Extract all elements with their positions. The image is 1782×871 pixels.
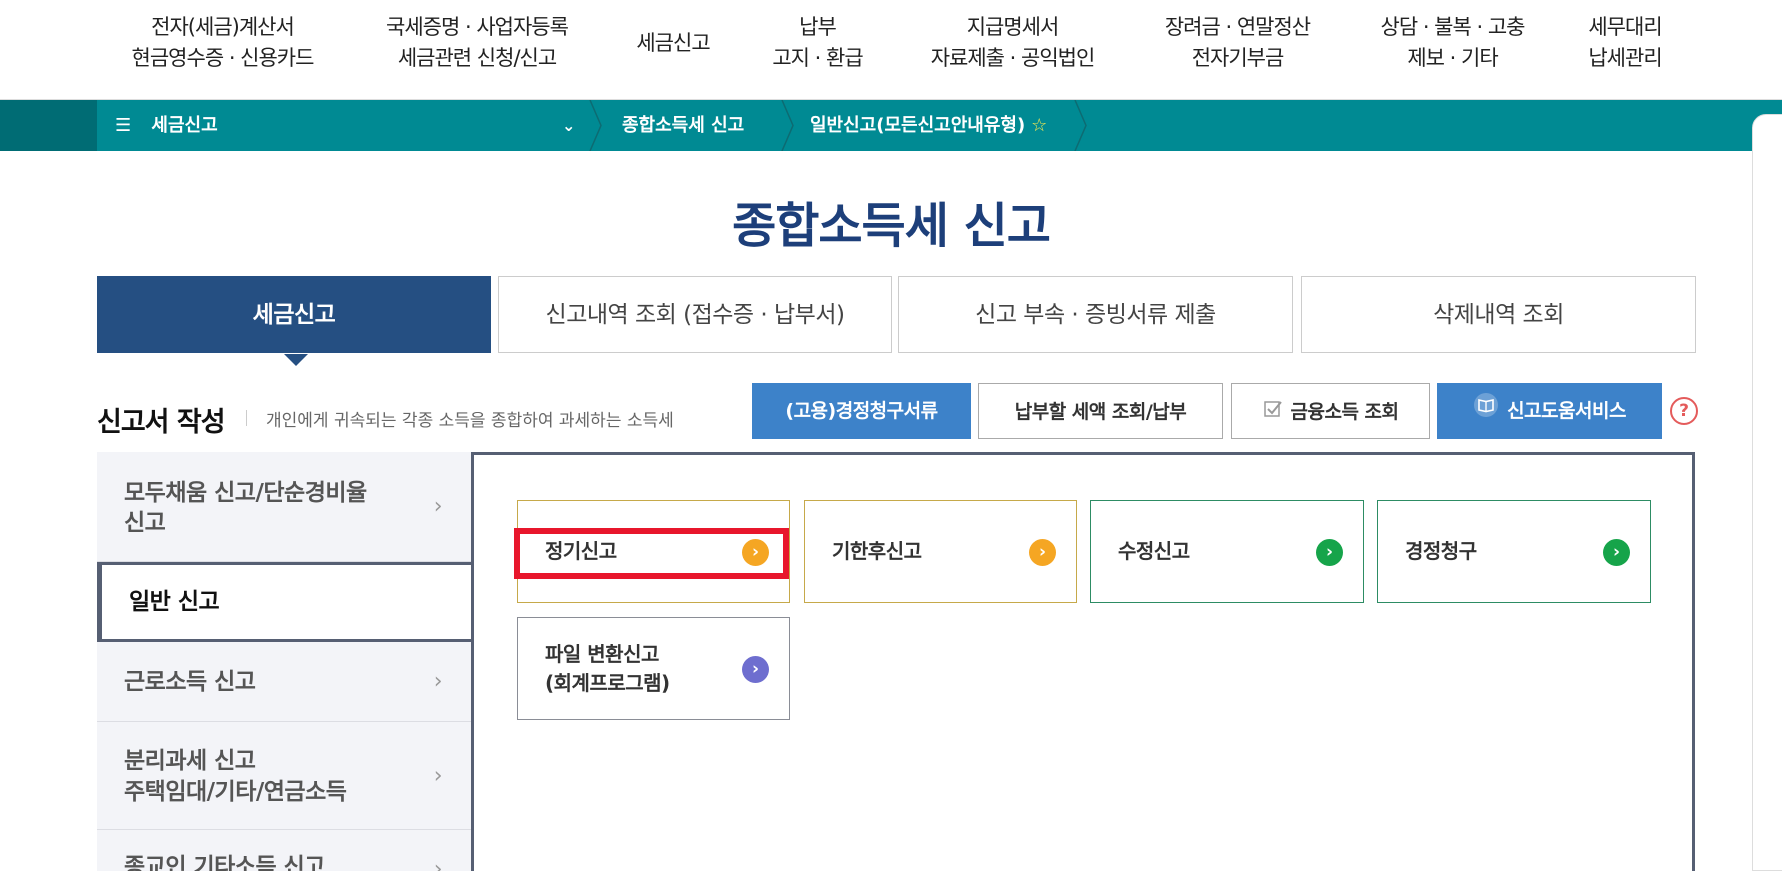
chevron-right-icon: ›	[433, 856, 443, 871]
section-description: 개인에게 귀속되는 각종 소득을 종합하여 과세하는 소득세	[266, 411, 674, 431]
card-file-conversion[interactable]: 파일 변환신고 (회계프로그램) ›	[517, 617, 790, 720]
side-menu-item-label: 분리과세 신고 주택임대/기타/연금소득	[124, 748, 347, 805]
chevron-right-icon: ›	[433, 668, 443, 694]
filing-type-panel: 정기신고 › 기한후신고 › 수정신고 › 경정청구 › 파일 변환신고 (회계…	[471, 452, 1695, 871]
tab-active-arrow-icon	[284, 354, 308, 366]
chevron-right-icon: ›	[433, 763, 443, 788]
side-menu-item-earned-income[interactable]: 근로소득 신고 ›	[97, 642, 472, 722]
side-menu: 모두채움 신고/단순경비율 신고 › 일반 신고 근로소득 신고 › 분리과세 …	[97, 452, 477, 871]
section-title: 신고서 작성	[97, 407, 226, 438]
card-amended-filing[interactable]: 수정신고 ›	[1090, 500, 1364, 603]
page-title: 종합소득세 신고	[732, 198, 1051, 254]
star-icon[interactable]: ☆	[1031, 115, 1047, 136]
arrow-right-icon: ›	[1603, 539, 1630, 566]
nav-tax-filing[interactable]: 세금신고	[628, 28, 718, 59]
side-menu-item-label: 근로소득 신고	[124, 669, 256, 695]
checkbox-icon	[1263, 385, 1283, 441]
nav-payment[interactable]: 납부 고지 · 환급	[760, 12, 875, 74]
tax-payment-button[interactable]: 납부할 세액 조회/납부	[978, 383, 1223, 439]
arrow-right-icon: ›	[1029, 539, 1056, 566]
card-late-filing[interactable]: 기한후신고 ›	[804, 500, 1077, 603]
card-label: 정기신고	[545, 539, 617, 563]
breadcrumb-separator-icon	[589, 100, 602, 151]
side-menu-item-separate-tax[interactable]: 분리과세 신고 주택임대/기타/연금소득 ›	[97, 722, 472, 830]
book-icon	[1473, 384, 1499, 440]
tab-filing-history[interactable]: 신고내역 조회 (접수증 · 납부서)	[498, 276, 892, 353]
nav-payment-statement[interactable]: 지급명세서 자료제출 · 공익법인	[915, 12, 1110, 74]
help-service-label: 신고도움서비스	[1507, 400, 1626, 422]
breadcrumb-left-block	[0, 100, 97, 151]
breadcrumb-separator-icon	[1074, 100, 1087, 151]
card-correction-claim[interactable]: 경정청구 ›	[1377, 500, 1651, 603]
arrow-right-icon: ›	[1316, 539, 1343, 566]
arrow-right-icon: ›	[742, 656, 769, 683]
hamburger-icon: ☰	[115, 115, 132, 136]
help-icon[interactable]: ?	[1670, 397, 1698, 425]
side-menu-item-general-filing[interactable]: 일반 신고	[97, 562, 477, 642]
nav-e-invoice[interactable]: 전자(세금)계산서 현금영수증 · 신용카드	[120, 12, 325, 74]
nav-consultation[interactable]: 상담 · 불복 · 고충 제보 · 기타	[1365, 12, 1540, 74]
section-divider	[246, 410, 247, 426]
menu-dropdown[interactable]: ☰ 세금신고 ⌄	[97, 100, 592, 151]
tab-deleted-history[interactable]: 삭제내역 조회	[1301, 276, 1696, 353]
menu-dropdown-label: 세금신고	[151, 115, 218, 136]
top-navigation: 전자(세금)계산서 현금영수증 · 신용카드 국세증명 · 사업자등록 세금관련…	[0, 0, 1782, 100]
breadcrumb-crumb-income-tax[interactable]: 종합소득세 신고	[622, 100, 744, 151]
side-menu-item-label: 일반 신고	[129, 589, 220, 615]
help-service-button[interactable]: 신고도움서비스	[1437, 383, 1662, 439]
nav-incentive[interactable]: 장려금 · 연말정산 전자기부금	[1150, 12, 1325, 74]
side-menu-item-label: 종교인 기타소득 신고	[124, 854, 325, 871]
financial-income-label: 금융소득 조회	[1290, 401, 1400, 423]
breadcrumb-crumb-general-label: 일반신고(모든신고안내유형)	[810, 115, 1026, 136]
correction-docs-button[interactable]: (고용)경정청구서류	[752, 383, 971, 439]
side-menu-item-label: 모두채움 신고/단순경비율 신고	[124, 480, 367, 536]
card-label: 기한후신고	[832, 539, 922, 563]
card-regular-filing[interactable]: 정기신고 ›	[517, 500, 790, 603]
side-menu-item-simple-filing[interactable]: 모두채움 신고/단순경비율 신고 ›	[97, 452, 472, 562]
breadcrumb-crumb-general[interactable]: 일반신고(모든신고안내유형) ☆	[810, 100, 1047, 151]
nav-certificates[interactable]: 국세증명 · 사업자등록 세금관련 신청/신고	[372, 12, 582, 74]
financial-income-button[interactable]: 금융소득 조회	[1231, 383, 1430, 439]
nav-tax-agent[interactable]: 세무대리 납세관리	[1575, 12, 1675, 74]
breadcrumb: ☰ 세금신고 ⌄ 종합소득세 신고 일반신고(모든신고안내유형) ☆	[0, 100, 1782, 151]
card-label: 파일 변환신고 (회계프로그램)	[545, 641, 670, 695]
side-menu-item-religious[interactable]: 종교인 기타소득 신고 ›	[97, 830, 472, 871]
breadcrumb-separator-icon	[781, 100, 794, 151]
tab-tax-filing-label: 세금신고	[252, 302, 336, 328]
tab-tax-filing[interactable]: 세금신고	[97, 276, 491, 366]
card-label: 수정신고	[1118, 539, 1190, 563]
tab-supporting-docs[interactable]: 신고 부속 · 증빙서류 제출	[898, 276, 1293, 353]
card-label: 경정청구	[1405, 539, 1477, 563]
chevron-right-icon: ›	[433, 493, 443, 519]
arrow-right-icon: ›	[742, 539, 769, 566]
chevron-down-icon: ⌄	[562, 116, 576, 135]
